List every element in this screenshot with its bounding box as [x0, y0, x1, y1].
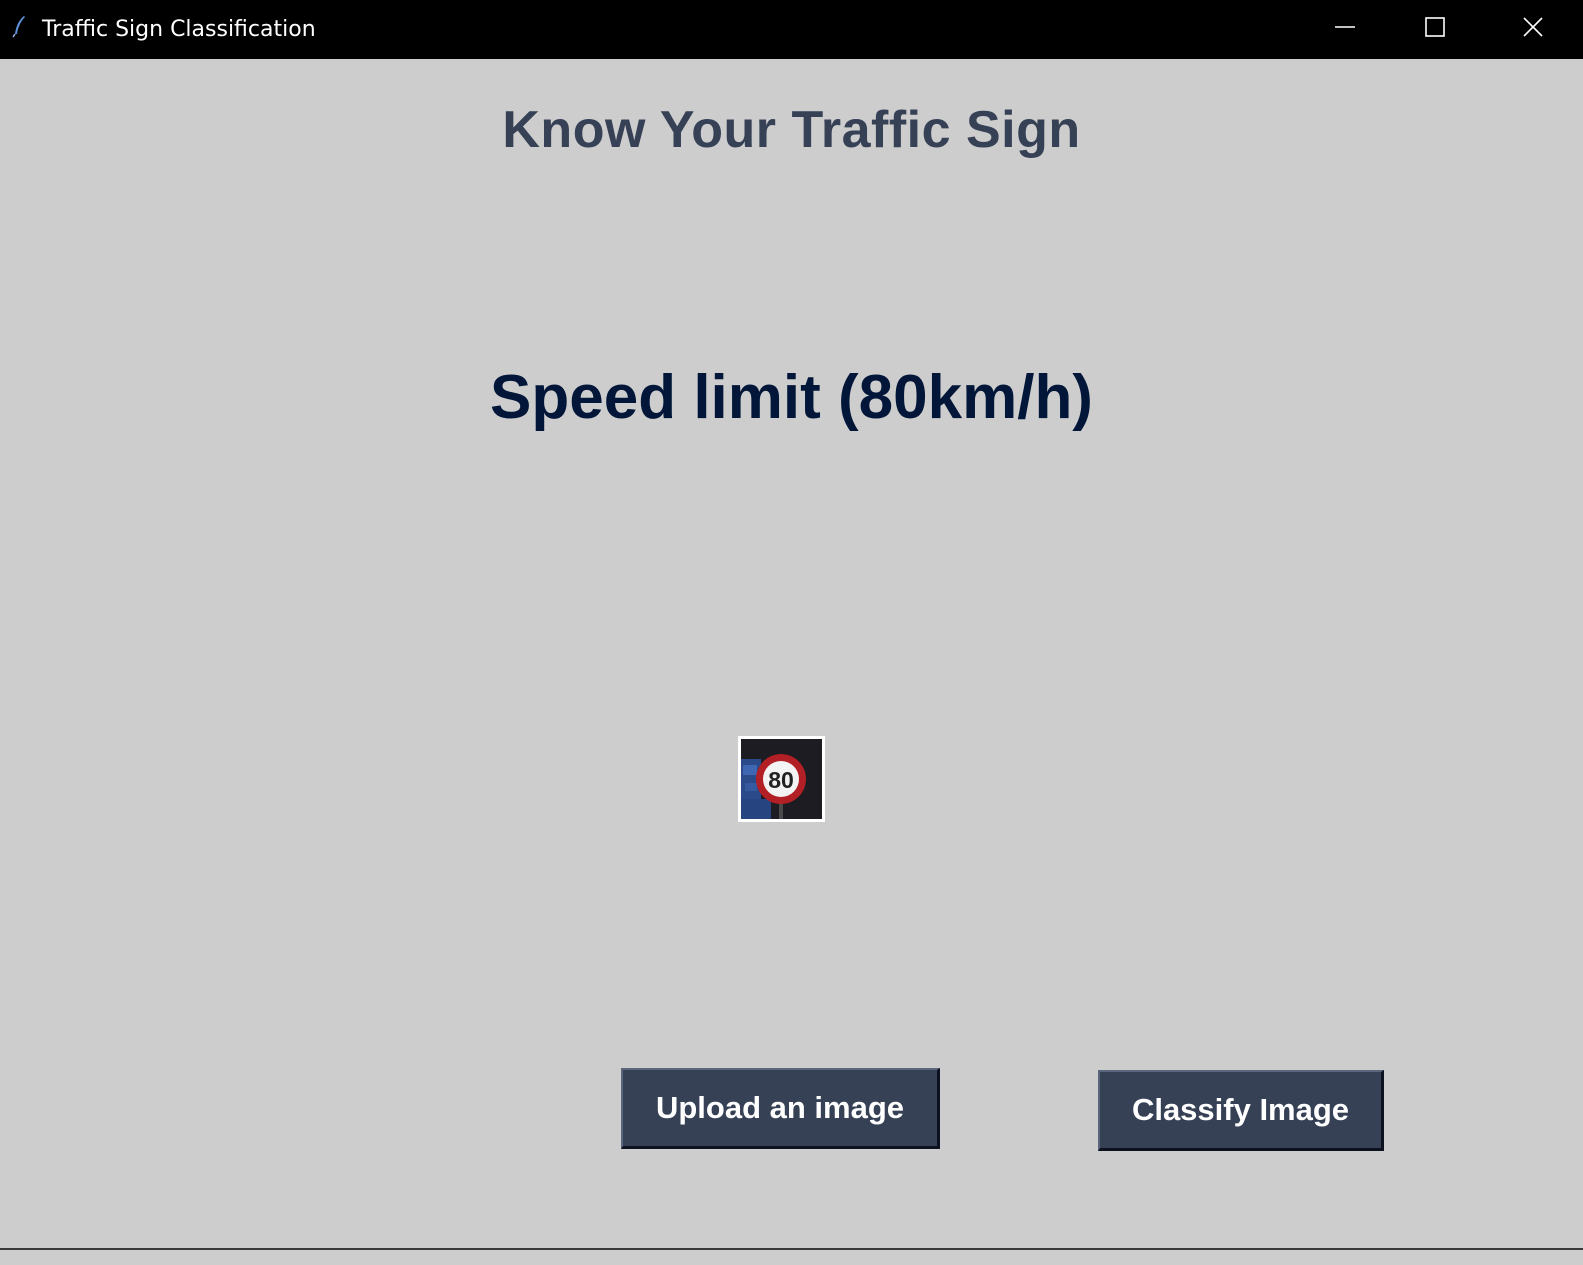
page-heading: Know Your Traffic Sign	[502, 101, 1081, 159]
classify-image-button[interactable]: Classify Image	[1098, 1070, 1384, 1151]
maximize-icon	[1424, 16, 1446, 43]
classification-result: Speed limit (80km/h)	[490, 363, 1093, 432]
uploaded-image: 80	[738, 736, 825, 822]
upload-image-button[interactable]: Upload an image	[621, 1068, 940, 1149]
app-window: Traffic Sign Classification Know Your Tr…	[0, 0, 1583, 1265]
close-button[interactable]	[1482, 0, 1583, 59]
minimize-button[interactable]	[1300, 0, 1390, 59]
title-bar[interactable]: Traffic Sign Classification	[0, 0, 1583, 59]
classify-button-label: Classify Image	[1131, 1092, 1350, 1127]
traffic-sign-thumbnail: 80	[741, 739, 822, 819]
upload-button-label: Upload an image	[655, 1090, 905, 1125]
sign-number: 80	[768, 767, 794, 793]
maximize-button[interactable]	[1390, 0, 1480, 59]
window-title: Traffic Sign Classification	[42, 17, 316, 42]
close-icon	[1522, 16, 1544, 43]
minimize-icon	[1334, 16, 1356, 43]
window-bottom-border	[0, 1248, 1583, 1250]
feather-icon	[10, 14, 30, 38]
